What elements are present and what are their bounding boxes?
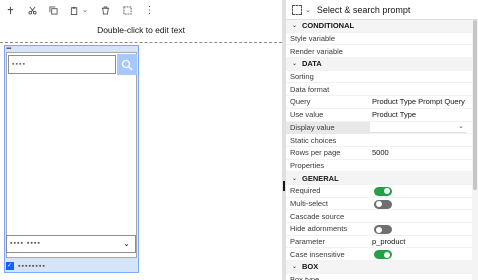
property-row[interactable]: Case insensitive: [286, 248, 472, 262]
property-row[interactable]: Parameter p_product: [286, 236, 472, 249]
property-label: Required: [290, 186, 321, 196]
property-label: Query: [290, 97, 311, 107]
properties-panel: ⌄ Select & search prompt ⌄ CONDITIONAL S…: [286, 0, 478, 280]
property-row[interactable]: Use value Product Type: [286, 109, 472, 122]
property-row[interactable]: Rows per page 5000: [286, 147, 472, 160]
property-label: Box type: [290, 275, 320, 280]
collapse-icon: ⌄: [292, 175, 298, 182]
dropdown-chevron-icon[interactable]: ⌄: [80, 3, 90, 17]
property-label: Multi-select: [290, 198, 328, 208]
delete-icon[interactable]: [99, 3, 112, 17]
prompt-tag: ▪▪▪: [6, 46, 11, 52]
property-row[interactable]: Style variable: [286, 33, 472, 46]
edit-text-hint[interactable]: Double-click to edit text: [0, 25, 282, 35]
cut-icon[interactable]: [26, 3, 39, 17]
prompt-type-icon[interactable]: [292, 4, 302, 15]
checkbox-row[interactable]: ✓ ▪▪▪▪▪▪▪▪: [6, 261, 46, 271]
pin-icon[interactable]: [4, 3, 17, 17]
property-label: Display value: [290, 122, 335, 132]
multi-select-toggle[interactable]: [374, 199, 392, 209]
results-list[interactable]: [8, 77, 136, 232]
required-toggle[interactable]: [374, 186, 392, 196]
property-value: Product Type: [372, 110, 417, 120]
property-row[interactable]: Hide adornments: [286, 223, 472, 236]
search-icon: [121, 59, 133, 71]
collapse-icon: ⌄: [292, 264, 298, 271]
property-value: Product Type Prompt Query: [372, 97, 465, 107]
section-box[interactable]: ⌄ BOX: [286, 261, 472, 274]
property-row[interactable]: Multi-select: [286, 198, 472, 211]
copy-icon[interactable]: [47, 3, 60, 17]
property-row[interactable]: Data format: [286, 83, 472, 97]
hide-adornments-toggle[interactable]: [374, 225, 392, 234]
section-data[interactable]: ⌄ DATA: [286, 58, 472, 71]
property-row[interactable]: Cascade source: [286, 210, 472, 223]
property-label: Sorting: [290, 72, 314, 82]
chevron-down-icon: ⌄: [123, 239, 131, 248]
property-row-display-value[interactable]: Display value ⌄: [286, 121, 472, 135]
toggle-knob: [384, 251, 390, 258]
property-row[interactable]: Required: [286, 185, 472, 198]
property-list: ⌄ CONDITIONAL Style variable Render vari…: [286, 20, 472, 280]
section-general[interactable]: ⌄ GENERAL: [286, 172, 472, 185]
property-row[interactable]: Query Product Type Prompt Query: [286, 96, 472, 109]
checkbox-label: ▪▪▪▪▪▪▪▪: [18, 262, 46, 270]
chevron-down-icon[interactable]: ⌄: [305, 6, 311, 14]
panel-header: ⌄ Select & search prompt: [286, 0, 478, 20]
property-label: Render variable: [290, 46, 343, 56]
property-label: Static choices: [290, 135, 337, 145]
toggle-knob: [376, 201, 382, 208]
chevron-down-icon: ⌄: [458, 122, 464, 130]
property-row[interactable]: Render variable: [286, 45, 472, 59]
property-value: 5000: [372, 148, 389, 158]
checkbox[interactable]: ✓: [6, 262, 14, 270]
panel-title: Select & search prompt: [316, 4, 411, 15]
more-icon[interactable]: ⋮: [143, 3, 156, 17]
select-frame-icon[interactable]: [121, 3, 134, 17]
collapse-icon: ⌄: [292, 23, 298, 30]
property-label: Cascade source: [290, 211, 345, 221]
property-row[interactable]: Box type: [286, 274, 472, 280]
property-label: Data format: [290, 84, 330, 94]
toggle-knob: [384, 188, 390, 195]
property-label: Parameter: [290, 237, 326, 247]
toggle-knob: [376, 226, 382, 233]
property-label: Hide adornments: [290, 224, 348, 234]
property-label: Case insensitive: [290, 249, 345, 259]
collapse-icon: ⌄: [292, 61, 298, 68]
case-insensitive-toggle[interactable]: [374, 250, 392, 260]
property-label: Style variable: [290, 34, 336, 44]
scrollbar-thumb[interactable]: [473, 20, 477, 190]
display-value-dropdown[interactable]: ⌄: [370, 123, 466, 133]
property-label: Use value: [290, 110, 324, 120]
options-select[interactable]: ▪▪▪▪ ▪▪▪▪ ⌄: [6, 235, 136, 253]
section-conditional[interactable]: ⌄ CONDITIONAL: [286, 20, 472, 33]
search-button[interactable]: [117, 54, 137, 75]
search-input[interactable]: ▪▪▪▪: [8, 55, 116, 74]
splitter-handle[interactable]: [283, 181, 285, 191]
text-block-border: [0, 42, 282, 43]
property-row[interactable]: Properties: [286, 160, 472, 173]
property-row[interactable]: Static choices: [286, 134, 472, 147]
property-label: Properties: [290, 160, 325, 170]
property-row[interactable]: Sorting: [286, 71, 472, 84]
property-value: p_product: [372, 237, 406, 247]
canvas-toolbar: ⌄ ⋮: [0, 0, 282, 20]
options-select-value: ▪▪▪▪ ▪▪▪▪: [10, 240, 41, 247]
property-label: Rows per page: [290, 148, 341, 158]
